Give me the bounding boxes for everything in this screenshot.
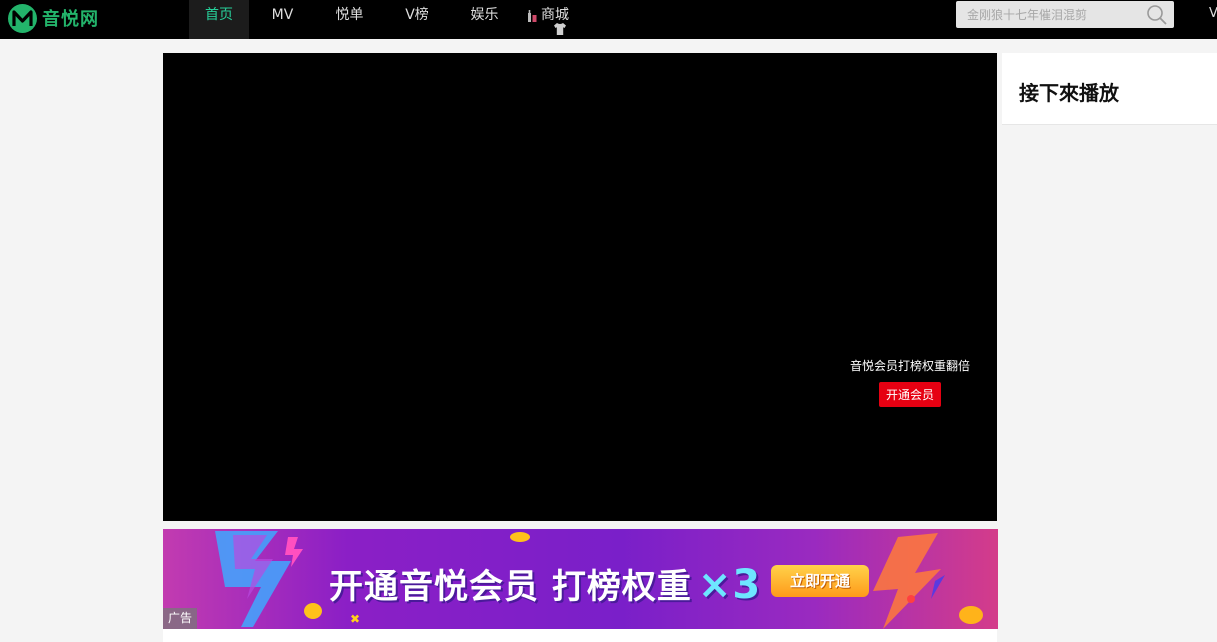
vip-link[interactable]: V bbox=[1209, 6, 1217, 21]
banner-open-now-button[interactable]: 立即开通 bbox=[771, 565, 869, 597]
nav-shop[interactable]: 商城 bbox=[518, 0, 578, 39]
nav-home[interactable]: 首页 bbox=[189, 0, 249, 39]
search-input[interactable] bbox=[956, 1, 1152, 28]
nav-playlists-label: 悦单 bbox=[335, 7, 364, 23]
ad-label: 广告 bbox=[163, 608, 197, 629]
main-nav: 首页 MV 悦单 V榜 娱乐 商城 bbox=[189, 0, 578, 39]
nav-playlists[interactable]: 悦单 bbox=[316, 0, 383, 39]
banner-multiplier: ×3 bbox=[697, 562, 762, 608]
vip-promo: 音悦会员打榜权重翻倍 开通会员 bbox=[845, 357, 975, 407]
banner-headline: 开通音悦会员 打榜权重 ×3 bbox=[329, 559, 761, 608]
search-box bbox=[956, 1, 1174, 28]
nav-mv[interactable]: MV bbox=[249, 0, 316, 39]
vip-banner-ad[interactable]: ✖ 开通音悦会员 打榜权重 ×3 立即开通 广告 bbox=[163, 529, 998, 629]
logo-text: 音悦网 bbox=[42, 9, 99, 30]
nav-v-chart[interactable]: V榜 bbox=[383, 0, 451, 39]
site-logo[interactable]: 音悦网 bbox=[8, 3, 99, 33]
svg-text:✖: ✖ bbox=[350, 612, 360, 626]
shop-bottles-icon bbox=[528, 9, 537, 22]
logo-m-icon bbox=[8, 3, 37, 33]
nav-entertainment[interactable]: 娱乐 bbox=[451, 0, 518, 39]
nav-home-label: 首页 bbox=[205, 7, 233, 23]
content-area-below bbox=[163, 629, 997, 642]
search-icon[interactable] bbox=[1146, 4, 1168, 26]
video-player[interactable]: 音悦会员打榜权重翻倍 开通会员 bbox=[163, 53, 997, 521]
nav-entertainment-label: 娱乐 bbox=[470, 7, 499, 23]
up-next-title: 接下來播放 bbox=[1019, 81, 1119, 105]
up-next-panel: 接下來播放 bbox=[1002, 53, 1217, 125]
tshirt-icon bbox=[554, 23, 566, 35]
banner-title-text: 开通音悦会员 打榜权重 bbox=[329, 567, 692, 607]
open-vip-button[interactable]: 开通会员 bbox=[878, 382, 941, 407]
nav-v-chart-label: V榜 bbox=[405, 7, 429, 23]
nav-mv-label: MV bbox=[271, 7, 294, 23]
vip-promo-text: 音悦会员打榜权重翻倍 bbox=[849, 359, 970, 373]
top-nav-bar: 音悦网 首页 MV 悦单 V榜 娱乐 商城 金刚狼十七年催泪混剪 V bbox=[0, 0, 1217, 39]
